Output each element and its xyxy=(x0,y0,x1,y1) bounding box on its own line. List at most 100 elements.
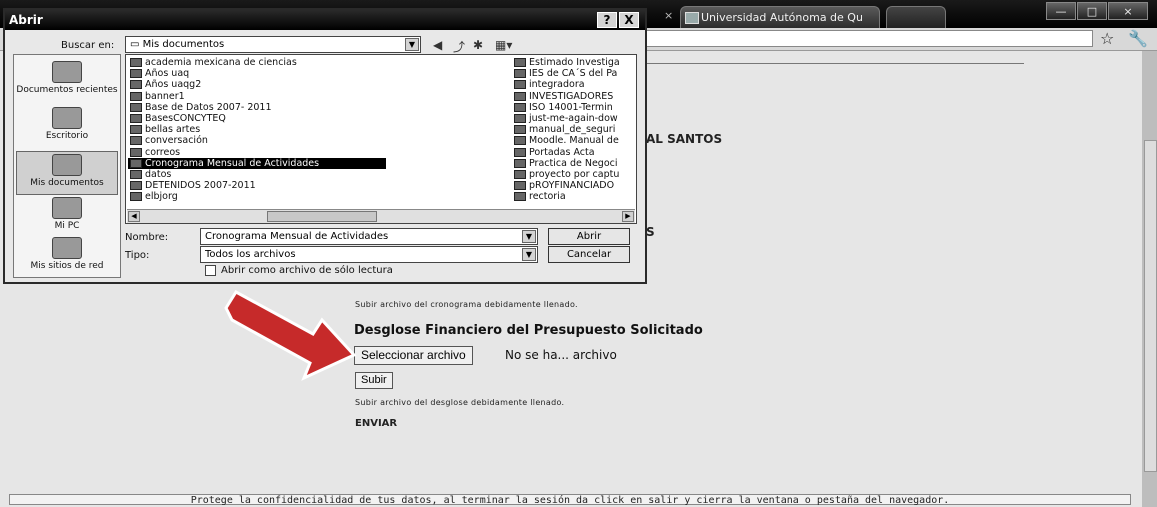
place-network[interactable]: Mis sitios de red xyxy=(16,235,118,279)
file-item[interactable]: integradora xyxy=(512,79,636,90)
file-item[interactable]: banner1 xyxy=(128,91,386,102)
cancel-button[interactable]: Cancelar xyxy=(548,246,630,263)
dialog-close-button[interactable]: X xyxy=(619,12,639,28)
file-item[interactable]: pROYFINANCIADO xyxy=(512,180,636,191)
chevron-down-icon[interactable]: ▼ xyxy=(522,248,536,261)
section-heading: Desglose Financiero del Presupuesto Soli… xyxy=(354,323,703,338)
file-item[interactable]: Base de Datos 2007- 2011 xyxy=(128,102,386,113)
file-item[interactable]: conversación xyxy=(128,135,386,146)
filetype-select[interactable]: Todos los archivos ▼ xyxy=(200,246,538,263)
file-name: conversación xyxy=(145,135,208,147)
address-bar[interactable] xyxy=(628,30,1093,47)
file-name: ISO 14001-Termin xyxy=(529,101,613,113)
file-item[interactable]: manual_de_seguri xyxy=(512,124,636,135)
file-item[interactable]: Portadas Acta xyxy=(512,147,636,158)
student-name: AL SANTOS xyxy=(646,132,723,146)
document-icon xyxy=(130,147,142,157)
file-item[interactable]: Estimado Investiga xyxy=(512,57,636,68)
wrench-menu-icon[interactable]: 🔧 xyxy=(1128,29,1148,48)
file-name: banner1 xyxy=(145,90,185,102)
file-item[interactable]: Moodle. Manual de xyxy=(512,135,636,146)
readonly-label: Abrir como archivo de sólo lectura xyxy=(221,265,393,276)
chevron-down-icon[interactable]: ▼ xyxy=(522,230,536,243)
document-icon xyxy=(514,136,526,146)
file-name: just-me-again-dow xyxy=(529,112,618,124)
partial-heading: S xyxy=(646,225,655,239)
close-tab-icon[interactable]: × xyxy=(664,9,673,22)
upload-button[interactable]: Subir xyxy=(355,372,393,389)
file-name: pROYFINANCIADO xyxy=(529,180,615,192)
up-folder-icon[interactable]: ⤴ xyxy=(453,38,465,55)
scrollbar-thumb[interactable] xyxy=(1144,140,1157,472)
chevron-down-icon[interactable]: ▼ xyxy=(405,38,419,51)
document-icon xyxy=(130,58,142,67)
file-name: Practica de Negoci xyxy=(529,157,618,169)
file-item[interactable]: datos xyxy=(128,169,386,180)
document-icon xyxy=(514,125,526,135)
footer-notice: Protege la confidencialidad de tus datos… xyxy=(9,494,1131,506)
file-name: Estimado Investiga xyxy=(529,57,620,68)
place-desktop[interactable]: Escritorio xyxy=(16,105,118,149)
horizontal-scroll-thumb[interactable] xyxy=(267,211,377,222)
file-column-right: Estimado Investiga IES de CA´S del Pa inte… xyxy=(512,57,636,202)
window-close-button[interactable]: × xyxy=(1108,2,1148,20)
file-name: DETENIDOS 2007-2011 xyxy=(145,180,256,192)
file-item[interactable]: Años uaqg2 xyxy=(128,79,386,90)
scroll-right-icon[interactable]: ▶ xyxy=(622,211,634,222)
open-button[interactable]: Abrir xyxy=(548,228,630,245)
file-item[interactable]: DETENIDOS 2007-2011 xyxy=(128,180,386,191)
file-item[interactable]: BasesCONCYTEQ xyxy=(128,113,386,124)
help-button[interactable]: ? xyxy=(597,12,617,28)
place-label: Mis sitios de red xyxy=(30,261,104,271)
file-list: academia mexicana de ciencias Años uaq Año… xyxy=(125,54,637,224)
look-in-select[interactable]: ▭ Mis documentos ▼ xyxy=(125,36,421,53)
place-my-documents[interactable]: Mis documentos xyxy=(16,151,118,195)
file-item[interactable]: rectoria xyxy=(512,191,636,202)
file-item[interactable]: Años uaq xyxy=(128,68,386,79)
document-icon xyxy=(514,69,526,79)
file-item-selected[interactable]: Cronograma Mensual de Actividades xyxy=(128,157,386,169)
file-name: Base de Datos 2007- 2011 xyxy=(145,101,272,113)
back-icon[interactable]: ◀ xyxy=(433,38,442,52)
browser-tab[interactable]: Universidad Autónoma de Qu xyxy=(680,6,880,28)
file-item[interactable]: bellas artes xyxy=(128,124,386,135)
new-folder-icon[interactable]: ✱ xyxy=(473,38,483,52)
horizontal-scrollbar[interactable]: ◀ ▶ xyxy=(127,209,635,223)
place-recent[interactable]: Documentos recientes xyxy=(16,59,118,103)
scroll-left-icon[interactable]: ◀ xyxy=(128,211,140,222)
file-item[interactable]: IES de CA´S del Pa xyxy=(512,68,636,79)
document-icon xyxy=(130,169,142,179)
file-name: Años uaqg2 xyxy=(145,79,202,91)
filename-value: Cronograma Mensual de Actividades xyxy=(205,231,389,242)
file-item[interactable]: correos xyxy=(128,147,386,158)
file-item[interactable]: elbjorg xyxy=(128,191,386,202)
file-name: datos xyxy=(145,168,172,180)
bookmark-star-icon[interactable]: ☆ xyxy=(1100,29,1114,48)
send-link[interactable]: ENVIAR xyxy=(355,418,397,429)
my-documents-icon xyxy=(52,154,82,176)
place-my-pc[interactable]: Mi PC xyxy=(16,195,118,239)
document-icon xyxy=(130,102,142,112)
view-menu-icon[interactable]: ▦▾ xyxy=(495,38,512,52)
file-name: correos xyxy=(145,146,181,158)
file-item[interactable]: ISO 14001-Termin xyxy=(512,102,636,113)
new-tab-button[interactable] xyxy=(886,6,946,28)
filename-field[interactable]: Cronograma Mensual de Actividades ▼ xyxy=(200,228,538,245)
file-item[interactable]: Practica de Negoci xyxy=(512,158,636,169)
file-item[interactable]: proyecto por captu xyxy=(512,169,636,180)
document-icon xyxy=(514,58,526,67)
readonly-checkbox[interactable] xyxy=(205,265,216,276)
divider xyxy=(640,63,1024,64)
file-name: manual_de_seguri xyxy=(529,124,616,136)
place-label: Mis documentos xyxy=(30,178,104,188)
file-item[interactable]: just-me-again-dow xyxy=(512,113,636,124)
document-icon xyxy=(130,192,142,202)
file-name: bellas artes xyxy=(145,124,201,136)
place-label: Escritorio xyxy=(45,131,89,141)
document-icon xyxy=(514,158,526,168)
maximize-button[interactable]: □ xyxy=(1077,2,1107,20)
choose-file-button[interactable]: Seleccionar archivo xyxy=(354,346,473,365)
minimize-button[interactable]: — xyxy=(1046,2,1076,20)
file-item[interactable]: INVESTIGADORES xyxy=(512,91,636,102)
file-item[interactable]: academia mexicana de ciencias xyxy=(128,57,386,68)
